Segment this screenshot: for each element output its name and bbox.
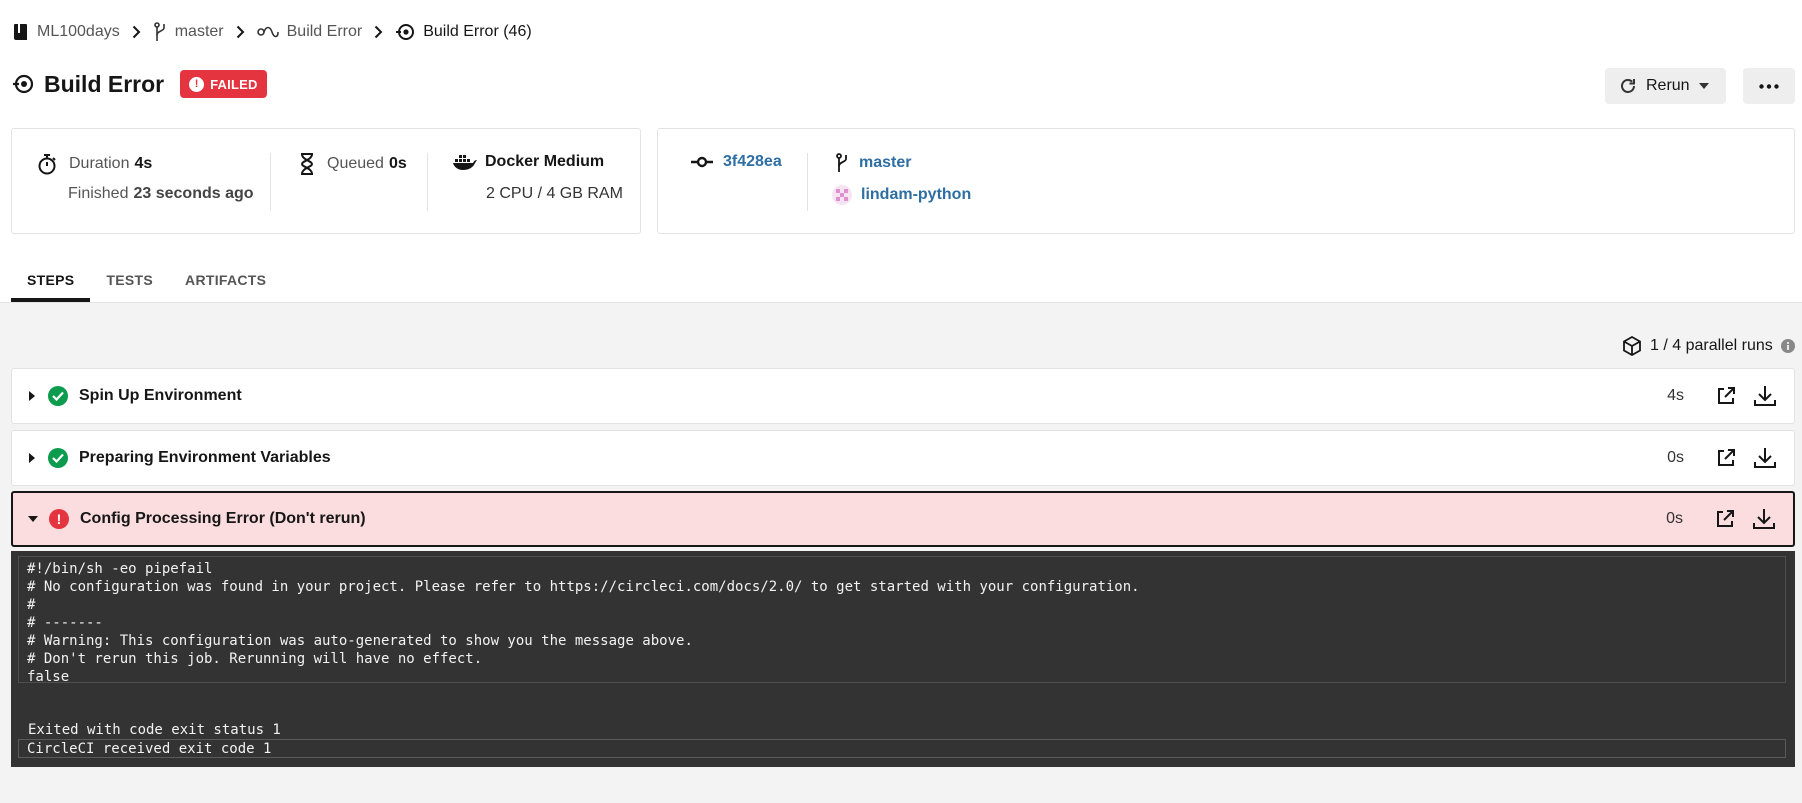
chevron-right-icon	[236, 25, 245, 39]
breadcrumb-job-label: Build Error (46)	[423, 23, 532, 40]
workflow-icon	[256, 25, 279, 39]
stopwatch-icon	[37, 153, 57, 175]
status-badge-label: FAILED	[210, 76, 258, 92]
step-duration: 0s	[1667, 449, 1684, 466]
branch-icon	[835, 153, 849, 173]
divider	[270, 153, 271, 211]
commit-info: 3f428ea	[691, 153, 782, 171]
docker-icon	[453, 153, 477, 171]
ellipsis-icon	[1759, 83, 1779, 89]
external-link-icon[interactable]	[1715, 509, 1735, 529]
job-summary-card: Duration 4s Finished 23 seconds ago Queu…	[11, 128, 641, 234]
branch-info: master	[835, 153, 911, 173]
rerun-button[interactable]: Rerun	[1605, 68, 1726, 104]
duration-info: Duration 4s	[37, 153, 152, 175]
terminal-line: #!/bin/sh -eo pipefail	[27, 561, 213, 577]
job-icon	[395, 22, 415, 42]
alert-icon: !	[189, 76, 205, 92]
author-info: lindam-python	[832, 185, 971, 205]
exit-status-line: Exited with code exit status 1	[28, 722, 281, 738]
box-icon	[1622, 336, 1642, 356]
hourglass-icon	[299, 153, 315, 175]
resource-spec: 2 CPU / 4 GB RAM	[486, 185, 623, 202]
step-name: Config Processing Error (Don't rerun)	[80, 510, 366, 527]
page-header: Build Error ! FAILED	[12, 70, 267, 98]
terminal-line: #	[27, 597, 36, 613]
step-output-terminal[interactable]: #!/bin/sh -eo pipefail # No configuratio…	[11, 551, 1795, 767]
download-icon[interactable]	[1753, 508, 1775, 530]
parallel-runs-label: 1 / 4 parallel runs	[1650, 337, 1773, 354]
step-name: Spin Up Environment	[79, 387, 242, 404]
terminal-line: # Warning: This configuration was auto-g…	[27, 633, 693, 649]
tab-steps[interactable]: STEPS	[11, 258, 91, 302]
external-link-icon[interactable]	[1716, 386, 1736, 406]
status-badge: ! FAILED	[180, 70, 267, 98]
step-row[interactable]: Spin Up Environment 4s	[11, 368, 1795, 424]
terminal-line: CircleCI received exit code 1	[27, 741, 272, 757]
caret-down-icon	[1698, 83, 1709, 89]
tab-tests[interactable]: TESTS	[90, 258, 169, 302]
commit-link[interactable]: 3f428ea	[723, 153, 782, 171]
refresh-icon	[1619, 77, 1637, 95]
finished-label: Finished	[68, 185, 129, 202]
divider	[427, 153, 428, 211]
finished-info: Finished 23 seconds ago	[68, 185, 254, 203]
tab-artifacts[interactable]: ARTIFACTS	[169, 258, 282, 302]
chevron-right-icon	[132, 25, 141, 39]
duration-label: Duration	[69, 155, 130, 172]
more-options-button[interactable]	[1743, 68, 1795, 104]
breadcrumb-project-label: ML100days	[37, 23, 120, 40]
job-icon	[12, 73, 34, 95]
success-icon	[48, 448, 68, 468]
breadcrumb-workflow[interactable]: Build Error	[256, 23, 363, 41]
queued-value: 0s	[388, 155, 407, 172]
breadcrumb-job[interactable]: Build Error (46)	[395, 22, 532, 42]
breadcrumb-branch[interactable]: master	[153, 22, 224, 42]
exit-code-block: CircleCI received exit code 1	[18, 739, 1786, 758]
avatar	[832, 185, 852, 205]
caret-right-icon[interactable]	[12, 391, 52, 401]
divider	[807, 153, 808, 211]
caret-down-icon[interactable]	[13, 516, 53, 522]
breadcrumb-workflow-label: Build Error	[286, 23, 363, 40]
branch-link[interactable]: master	[859, 154, 911, 172]
chevron-right-icon	[374, 25, 383, 39]
book-icon	[13, 23, 29, 41]
breadcrumb: ML100days master Build Error Build Error…	[13, 20, 532, 44]
duration-value: 4s	[134, 155, 153, 172]
terminal-line: # -------	[27, 615, 103, 631]
error-icon: !	[49, 509, 69, 529]
download-icon[interactable]	[1754, 385, 1776, 407]
commit-icon	[691, 156, 713, 168]
job-tabs: STEPS TESTS ARTIFACTS	[11, 258, 282, 302]
page-title: Build Error	[44, 70, 165, 97]
terminal-line: # No configuration was found in your pro…	[27, 579, 1140, 595]
step-row[interactable]: Preparing Environment Variables 0s	[11, 430, 1795, 486]
step-name: Preparing Environment Variables	[79, 449, 331, 466]
step-duration: 0s	[1666, 510, 1683, 527]
finished-value: 23 seconds ago	[133, 185, 254, 202]
resource-class-info: Docker Medium	[453, 153, 604, 171]
info-icon[interactable]	[1780, 339, 1795, 353]
parallel-runs-selector[interactable]: 1 / 4 parallel runs	[1622, 336, 1795, 356]
commit-summary-card: 3f428ea master lindam-python	[657, 128, 1795, 234]
author-link[interactable]: lindam-python	[861, 186, 971, 204]
step-row[interactable]: ! Config Processing Error (Don't rerun) …	[11, 491, 1795, 547]
download-icon[interactable]	[1754, 447, 1776, 469]
queued-label: Queued	[327, 155, 384, 172]
caret-right-icon[interactable]	[12, 453, 52, 463]
terminal-line: false	[27, 669, 70, 685]
queued-info: Queued 0s	[299, 153, 407, 175]
breadcrumb-branch-label: master	[174, 23, 224, 40]
external-link-icon[interactable]	[1716, 448, 1736, 468]
terminal-line: # Don't rerun this job. Rerunning will h…	[27, 651, 483, 667]
branch-icon	[153, 22, 167, 42]
breadcrumb-project[interactable]: ML100days	[13, 23, 120, 41]
command-block: #!/bin/sh -eo pipefail # No configuratio…	[18, 556, 1786, 685]
resource-class: Docker Medium	[485, 153, 605, 170]
rerun-button-label: Rerun	[1646, 77, 1690, 94]
step-duration: 4s	[1667, 387, 1684, 404]
success-icon	[48, 386, 68, 406]
